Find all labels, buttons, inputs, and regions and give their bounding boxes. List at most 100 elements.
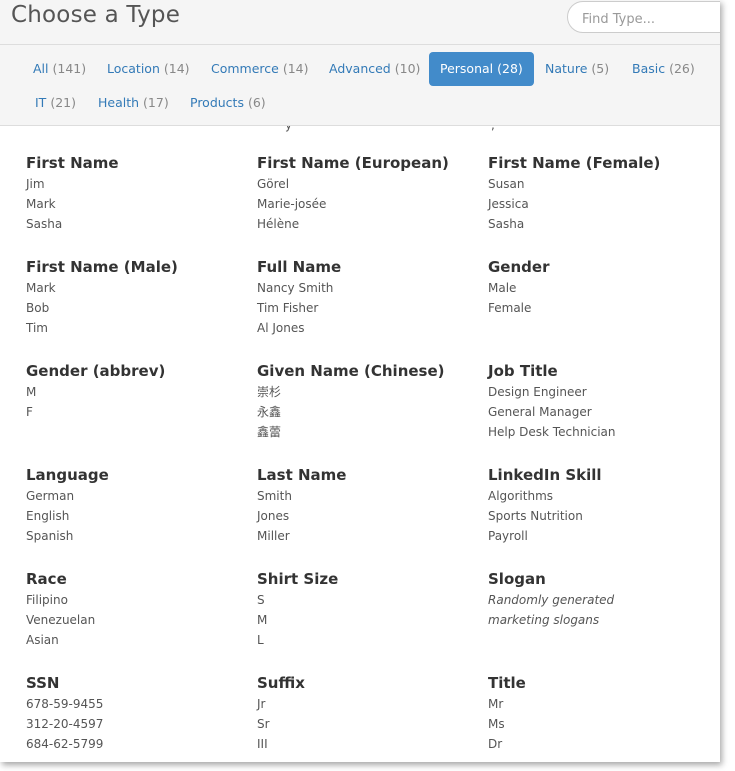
tab-label: Products: [190, 95, 244, 110]
example-value: Male: [488, 281, 517, 295]
tab-count: (6): [247, 95, 266, 110]
tab-all[interactable]: All (141): [22, 52, 97, 86]
example-value: Miller: [257, 529, 290, 543]
find-type-search[interactable]: [567, 1, 720, 33]
tab-nature[interactable]: Nature (5): [534, 52, 620, 86]
tab-count: (21): [50, 95, 76, 110]
type-option[interactable]: Gender (abbrev) M F: [26, 360, 251, 422]
example-value: German: [26, 489, 75, 503]
example-value: Mr: [488, 697, 504, 711]
example-value: Sasha: [488, 217, 525, 231]
tab-label: Commerce: [211, 61, 279, 76]
tab-label: Basic: [632, 61, 666, 76]
example-value: Tim: [26, 321, 48, 335]
type-name: Job Title: [488, 362, 558, 380]
tab-count: (14): [163, 61, 190, 76]
example-value: M: [257, 613, 268, 627]
example-value: Payroll: [488, 529, 528, 543]
example-value: Susan: [488, 177, 525, 191]
type-name: First Name: [26, 154, 119, 172]
example-value: Jim: [26, 177, 45, 191]
example-value: Spanish: [26, 529, 74, 543]
type-name: Shirt Size: [257, 570, 339, 588]
type-name: Title: [488, 674, 526, 692]
choose-type-dialog: Choose a Type All (141)Location (14)Comm…: [0, 0, 720, 762]
example-value: Marie-josée: [257, 197, 327, 211]
tab-products[interactable]: Products (6): [179, 86, 277, 120]
type-examples: Design Engineer General Manager Help Desk …: [488, 382, 713, 442]
example-value: Hélène: [257, 217, 300, 231]
example-value: 鑫蕾: [257, 425, 282, 439]
type-name: Slogan: [488, 570, 546, 588]
tab-health[interactable]: Health (17): [87, 86, 180, 120]
type-examples: Jr Sr III: [257, 694, 482, 754]
tab-count: (28): [497, 61, 523, 76]
type-option[interactable]: Race Filipino Venezuelan Asian: [26, 568, 251, 650]
type-option[interactable]: Given Name (Chinese) 崇杉 永鑫 鑫蕾: [257, 360, 482, 442]
type-option[interactable]: LinkedIn Skill Algorithms Sports Nutrition…: [488, 464, 713, 546]
example-value: S: [257, 593, 265, 607]
tab-label: Health: [98, 95, 140, 110]
type-examples: SML: [257, 590, 482, 650]
example-value: 684-62-5799: [26, 737, 104, 751]
example-value: Asian: [26, 633, 59, 647]
example-value: Venezuelan: [26, 613, 96, 627]
type-examples: Smith Jones Miller: [257, 486, 482, 546]
type-option[interactable]: Job Title Design Engineer General Manager H…: [488, 360, 713, 442]
example-value: Görel: [257, 177, 290, 191]
example-value: Smith: [257, 489, 292, 503]
type-examples: German English Spanish: [26, 486, 251, 546]
type-option[interactable]: First Name Jim Mark Sasha: [26, 152, 251, 234]
type-name: Race: [26, 570, 67, 588]
example-value: Algorithms: [488, 489, 554, 503]
tab-label: Advanced: [329, 61, 391, 76]
type-option[interactable]: Shirt Size S M L: [257, 568, 482, 650]
example-value: 678-59-9455: [26, 697, 104, 711]
example-value: 312-20-4597: [26, 717, 104, 731]
example-value: Jessica: [488, 197, 529, 211]
type-examples: Mark Bob Tim: [26, 278, 251, 338]
type-option[interactable]: Title Mr Ms Dr: [488, 672, 713, 754]
type-name: Language: [26, 466, 109, 484]
type-name: Given Name (Chinese): [257, 362, 445, 380]
example-value: Help Desk Technician: [488, 425, 616, 439]
tab-commerce[interactable]: Commerce (14): [200, 52, 320, 86]
example-value: F: [26, 405, 33, 419]
type-name: First Name (Female): [488, 154, 661, 172]
type-examples: Nancy Smith Tim Fisher Al Jones: [257, 278, 482, 338]
scrolled-text-fragment: ,: [491, 126, 495, 132]
category-tabs: All (141) Location (14) Commerce (14) Advan…: [0, 45, 720, 126]
scrolled-text-fragment: y: [285, 126, 292, 132]
type-examples: MF: [26, 382, 251, 422]
type-option[interactable]: First Name (Male) Mark Bob Tim: [26, 256, 251, 338]
example-value: Sasha: [26, 217, 63, 231]
type-option[interactable]: Slogan Randomly generated marketing sloga…: [488, 568, 713, 630]
find-type-input[interactable]: [580, 8, 720, 30]
tab-label: Nature: [545, 61, 588, 76]
tab-it[interactable]: IT (21): [24, 86, 87, 120]
type-option[interactable]: First Name (Female) Susan Jessica Sasha: [488, 152, 713, 234]
type-option[interactable]: Suffix Jr Sr III: [257, 672, 482, 754]
type-option[interactable]: Last Name Smith Jones Miller: [257, 464, 482, 546]
type-option[interactable]: Language German English Spanish: [26, 464, 251, 546]
tab-personal[interactable]: Personal (28): [429, 52, 534, 86]
tab-location[interactable]: Location (14): [96, 52, 201, 86]
example-value: Nancy Smith: [257, 281, 334, 295]
tab-label: All: [33, 61, 49, 76]
example-value: Tim Fisher: [257, 301, 319, 315]
example-value: Mark: [26, 281, 56, 295]
example-value: Jones: [257, 509, 290, 523]
type-option[interactable]: First Name (European) Görel Marie-josée Hél…: [257, 152, 482, 234]
tab-count: (141): [52, 61, 87, 76]
example-value: III: [257, 737, 268, 751]
example-value: Bob: [26, 301, 50, 315]
tab-basic[interactable]: Basic (26): [621, 52, 706, 86]
type-examples: Jim Mark Sasha: [26, 174, 251, 234]
type-option[interactable]: Gender Male Female: [488, 256, 713, 318]
type-option[interactable]: SSN 678-59-9455 312-20-4597 684-62-5799: [26, 672, 251, 754]
tab-advanced[interactable]: Advanced (10): [318, 52, 431, 86]
type-list: y , First Name Jim Mark Sasha First Name (Eu…: [0, 126, 720, 762]
type-name: First Name (European): [257, 154, 449, 172]
type-option[interactable]: Full Name Nancy Smith Tim Fisher Al Jones: [257, 256, 482, 338]
type-examples: 崇杉 永鑫 鑫蕾: [257, 382, 482, 442]
